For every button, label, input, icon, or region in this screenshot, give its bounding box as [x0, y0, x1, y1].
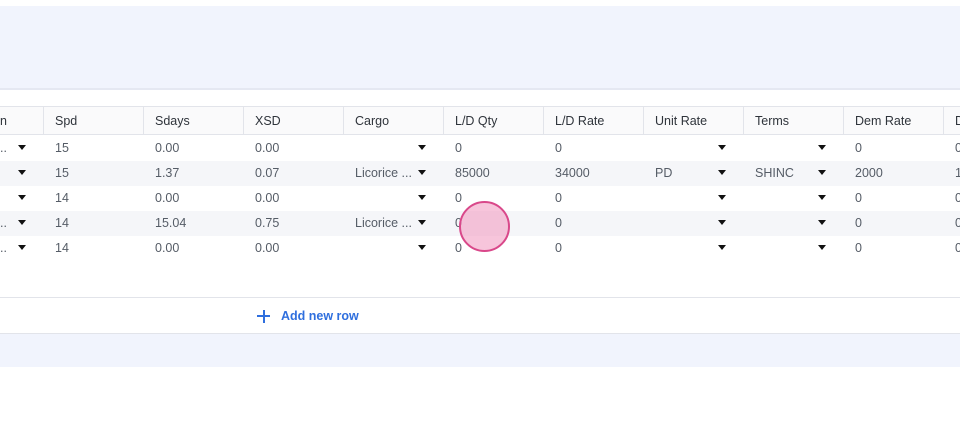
add-new-row-label: Add new row: [281, 309, 359, 323]
next-cell[interactable]: 0: [944, 211, 960, 236]
unit-rate-cell[interactable]: [644, 211, 714, 236]
xsd-cell[interactable]: 0.00: [244, 136, 344, 161]
next-cell[interactable]: 0: [944, 186, 960, 211]
sdays-cell[interactable]: 1.37: [144, 161, 244, 186]
caret-down-icon[interactable]: [818, 195, 826, 200]
caret-down-icon[interactable]: [718, 220, 726, 225]
add-new-row-button[interactable]: Add new row: [257, 306, 359, 326]
caret-down-icon[interactable]: [418, 145, 426, 150]
port-cell[interactable]: [0, 186, 14, 211]
unit-rate-cell[interactable]: [644, 136, 714, 161]
ld-qty-cell[interactable]: 0: [444, 136, 544, 161]
column-header-cargo[interactable]: Cargo: [344, 107, 444, 135]
column-header-dem-rate[interactable]: Dem Rate: [844, 107, 944, 135]
sdays-cell[interactable]: 0.00: [144, 236, 244, 261]
ld-qty-cell[interactable]: 85000: [444, 161, 544, 186]
caret-down-icon[interactable]: [418, 170, 426, 175]
cargo-cell[interactable]: [344, 236, 414, 261]
column-header-port[interactable]: n: [0, 107, 44, 135]
caret-down-icon[interactable]: [718, 195, 726, 200]
caret-down-icon[interactable]: [418, 220, 426, 225]
top-divider: [0, 88, 960, 90]
column-header-spd[interactable]: Spd: [44, 107, 144, 135]
top-panel: [0, 6, 960, 88]
plus-icon: [257, 309, 270, 323]
xsd-cell[interactable]: 0.07: [244, 161, 344, 186]
dem-rate-cell[interactable]: 0: [844, 211, 944, 236]
next-cell[interactable]: 1: [944, 161, 960, 186]
column-header-sdays[interactable]: Sdays: [144, 107, 244, 135]
caret-down-icon[interactable]: [718, 245, 726, 250]
xsd-cell[interactable]: 0.75: [244, 211, 344, 236]
cargo-cell[interactable]: Licorice ...: [344, 211, 414, 236]
unit-rate-cell[interactable]: [644, 236, 714, 261]
caret-down-icon[interactable]: [18, 245, 26, 250]
terms-cell[interactable]: [744, 236, 814, 261]
terms-cell[interactable]: [744, 136, 814, 161]
caret-down-icon[interactable]: [818, 145, 826, 150]
spd-cell[interactable]: 15: [44, 136, 144, 161]
dem-rate-cell[interactable]: 0: [844, 136, 944, 161]
caret-down-icon[interactable]: [818, 170, 826, 175]
touch-indicator: [459, 201, 510, 252]
caret-down-icon[interactable]: [18, 170, 26, 175]
table-row: .. 15 0.00 0.00 0 0 0 0: [0, 136, 960, 161]
port-cell[interactable]: ..: [0, 211, 14, 236]
caret-down-icon[interactable]: [418, 195, 426, 200]
ld-rate-cell[interactable]: 0: [544, 236, 644, 261]
xsd-cell[interactable]: 0.00: [244, 186, 344, 211]
caret-down-icon[interactable]: [818, 220, 826, 225]
column-header-next[interactable]: D: [944, 107, 960, 135]
terms-cell[interactable]: [744, 211, 814, 236]
caret-down-icon[interactable]: [718, 145, 726, 150]
unit-rate-cell[interactable]: [644, 186, 714, 211]
cargo-cell[interactable]: [344, 186, 414, 211]
column-header-xsd[interactable]: XSD: [244, 107, 344, 135]
spd-cell[interactable]: 14: [44, 211, 144, 236]
caret-down-icon[interactable]: [18, 145, 26, 150]
spd-cell[interactable]: 15: [44, 161, 144, 186]
spd-cell[interactable]: 14: [44, 236, 144, 261]
sdays-cell[interactable]: 15.04: [144, 211, 244, 236]
unit-rate-cell[interactable]: PD: [644, 161, 714, 186]
port-cell[interactable]: ..: [0, 236, 14, 261]
port-cell[interactable]: [0, 161, 14, 186]
dem-rate-cell[interactable]: 0: [844, 236, 944, 261]
caret-down-icon[interactable]: [718, 170, 726, 175]
next-cell[interactable]: 0: [944, 236, 960, 261]
caret-down-icon[interactable]: [818, 245, 826, 250]
spd-cell[interactable]: 14: [44, 186, 144, 211]
terms-cell[interactable]: [744, 186, 814, 211]
column-header-ld-qty[interactable]: L/D Qty: [444, 107, 544, 135]
bottom-panel: [0, 334, 960, 367]
dem-rate-cell[interactable]: 0: [844, 186, 944, 211]
column-header-unit-rate[interactable]: Unit Rate: [644, 107, 744, 135]
ld-rate-cell[interactable]: 0: [544, 136, 644, 161]
caret-down-icon[interactable]: [18, 195, 26, 200]
dem-rate-cell[interactable]: 2000: [844, 161, 944, 186]
sdays-cell[interactable]: 0.00: [144, 186, 244, 211]
port-cell[interactable]: ..: [0, 136, 14, 161]
table-row: 15 1.37 0.07 Licorice ... 85000 34000 PD…: [0, 161, 960, 186]
caret-down-icon[interactable]: [18, 220, 26, 225]
grid-header: n Spd Sdays XSD Cargo L/D Qty L/D Rate U…: [0, 106, 960, 135]
ld-rate-cell[interactable]: 34000: [544, 161, 644, 186]
cargo-cell[interactable]: Licorice ...: [344, 161, 414, 186]
caret-down-icon[interactable]: [418, 245, 426, 250]
sdays-cell[interactable]: 0.00: [144, 136, 244, 161]
ld-rate-cell[interactable]: 0: [544, 211, 644, 236]
terms-cell[interactable]: SHINC: [744, 161, 814, 186]
ld-rate-cell[interactable]: 0: [544, 186, 644, 211]
cargo-cell[interactable]: [344, 136, 414, 161]
column-header-ld-rate[interactable]: L/D Rate: [544, 107, 644, 135]
next-cell[interactable]: 0: [944, 136, 960, 161]
xsd-cell[interactable]: 0.00: [244, 236, 344, 261]
column-header-terms[interactable]: Terms: [744, 107, 844, 135]
add-row-bar: Add new row: [0, 297, 960, 334]
